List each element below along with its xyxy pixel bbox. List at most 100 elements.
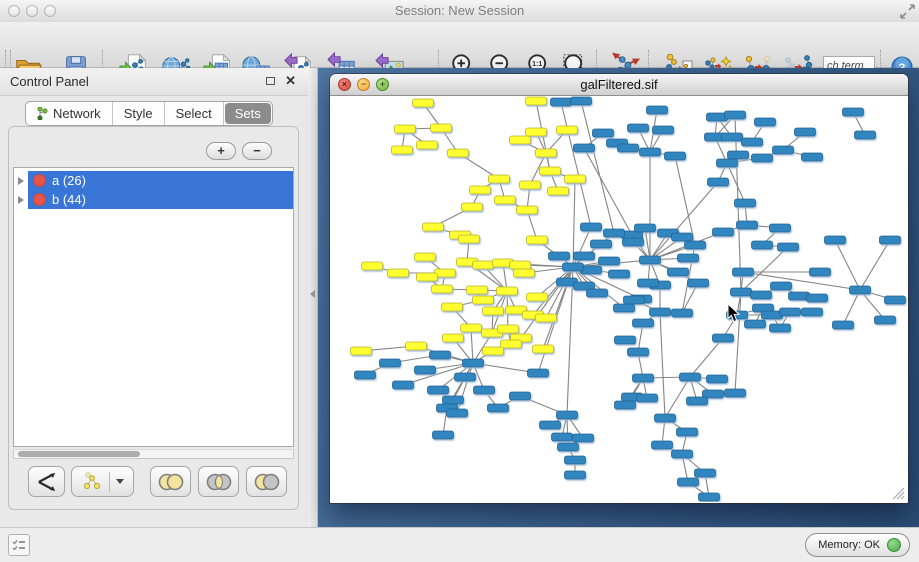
graph-node[interactable] — [591, 240, 612, 248]
graph-node[interactable] — [473, 261, 494, 269]
panel-splitter[interactable] — [308, 68, 318, 527]
sets-list[interactable]: a (26) b (44) — [13, 167, 294, 447]
graph-node[interactable] — [540, 167, 561, 175]
graph-node[interactable] — [687, 397, 708, 405]
graph-node[interactable] — [665, 152, 686, 160]
graph-node[interactable] — [802, 308, 823, 316]
graph-node[interactable] — [455, 373, 476, 381]
graph-node[interactable] — [825, 236, 846, 244]
graph-node[interactable] — [604, 229, 625, 237]
graph-node[interactable] — [680, 373, 701, 381]
graph-node[interactable] — [536, 314, 557, 322]
graph-node[interactable] — [565, 456, 586, 464]
network-canvas[interactable] — [331, 96, 907, 502]
graph-node[interactable] — [780, 308, 801, 316]
graph-node[interactable] — [771, 282, 792, 290]
network-document-window[interactable]: × − + galFiltered.sif — [330, 74, 908, 503]
graph-node[interactable] — [459, 235, 480, 243]
graph-node[interactable] — [483, 347, 504, 355]
graph-node[interactable] — [574, 144, 595, 152]
graph-node[interactable] — [713, 228, 734, 236]
graph-node[interactable] — [431, 124, 452, 132]
graph-node[interactable] — [417, 141, 438, 149]
graph-node[interactable] — [413, 99, 434, 107]
graph-node[interactable] — [795, 128, 816, 136]
graph-node[interactable] — [745, 320, 766, 328]
fullscreen-icon[interactable] — [900, 4, 915, 19]
graph-node[interactable] — [725, 111, 746, 119]
graph-node[interactable] — [417, 273, 438, 281]
graph-node[interactable] — [810, 268, 831, 276]
sets-horizontal-scrollbar[interactable] — [13, 449, 294, 459]
float-panel-button[interactable] — [266, 77, 275, 85]
graph-node[interactable] — [432, 285, 453, 293]
tab-sets[interactable]: Sets — [225, 103, 271, 124]
graph-node[interactable] — [571, 97, 592, 105]
intersection-button[interactable] — [198, 466, 239, 497]
network-view[interactable] — [331, 96, 907, 502]
graph-node[interactable] — [599, 257, 620, 265]
set-row-a[interactable]: a (26) — [14, 171, 293, 190]
graph-node[interactable] — [843, 108, 864, 116]
graph-node[interactable] — [489, 175, 510, 183]
graph-node[interactable] — [875, 316, 896, 324]
graph-node[interactable] — [770, 224, 791, 232]
split-set-button[interactable] — [28, 466, 65, 497]
graph-node[interactable] — [443, 396, 464, 404]
graph-node[interactable] — [526, 97, 547, 105]
graph-node[interactable] — [628, 124, 649, 132]
graph-node[interactable] — [430, 351, 451, 359]
graph-node[interactable] — [708, 178, 729, 186]
graph-node[interactable] — [415, 253, 436, 261]
graph-node[interactable] — [647, 106, 668, 114]
dropdown-arrow-icon[interactable] — [116, 479, 124, 484]
graph-node[interactable] — [362, 262, 383, 270]
union-button[interactable] — [150, 466, 191, 497]
graph-node[interactable] — [880, 236, 901, 244]
graph-node[interactable] — [406, 342, 427, 350]
graph-node[interactable] — [548, 187, 569, 195]
graph-node[interactable] — [717, 159, 738, 167]
graph-node[interactable] — [495, 196, 516, 204]
graph-node[interactable] — [428, 386, 449, 394]
graph-node[interactable] — [351, 347, 372, 355]
graph-node[interactable] — [563, 263, 584, 271]
graph-node[interactable] — [653, 126, 674, 134]
graph-node[interactable] — [527, 293, 548, 301]
graph-node[interactable] — [474, 386, 495, 394]
document-titlebar[interactable]: × − + galFiltered.sif — [330, 74, 908, 96]
graph-node[interactable] — [587, 289, 608, 297]
graph-node[interactable] — [885, 296, 906, 304]
graph-node[interactable] — [685, 241, 706, 249]
graph-node[interactable] — [672, 450, 693, 458]
graph-node[interactable] — [463, 359, 484, 367]
graph-node[interactable] — [672, 233, 693, 241]
graph-node[interactable] — [517, 206, 538, 214]
graph-node[interactable] — [637, 394, 658, 402]
graph-node[interactable] — [488, 404, 509, 412]
graph-node[interactable] — [728, 151, 749, 159]
graph-node[interactable] — [628, 348, 649, 356]
graph-node[interactable] — [707, 375, 728, 383]
resize-grip[interactable] — [890, 485, 905, 500]
graph-node[interactable] — [722, 133, 743, 141]
graph-node[interactable] — [448, 149, 469, 157]
graph-node[interactable] — [624, 296, 645, 304]
graph-node[interactable] — [557, 411, 578, 419]
graph-node[interactable] — [461, 324, 482, 332]
tab-network[interactable]: Network — [26, 102, 113, 125]
graph-node[interactable] — [778, 243, 799, 251]
graph-node[interactable] — [565, 471, 586, 479]
graph-node[interactable] — [713, 334, 734, 342]
graph-node[interactable] — [558, 443, 579, 451]
close-panel-button[interactable]: ✕ — [285, 73, 296, 89]
graph-node[interactable] — [355, 371, 376, 379]
expand-icon[interactable] — [18, 177, 24, 185]
graph-node[interactable] — [423, 223, 444, 231]
graph-node[interactable] — [552, 433, 573, 441]
add-set-button[interactable]: + — [206, 142, 236, 160]
graph-node[interactable] — [528, 369, 549, 377]
graph-node[interactable] — [725, 389, 746, 397]
graph-node[interactable] — [510, 392, 531, 400]
graph-node[interactable] — [615, 336, 636, 344]
